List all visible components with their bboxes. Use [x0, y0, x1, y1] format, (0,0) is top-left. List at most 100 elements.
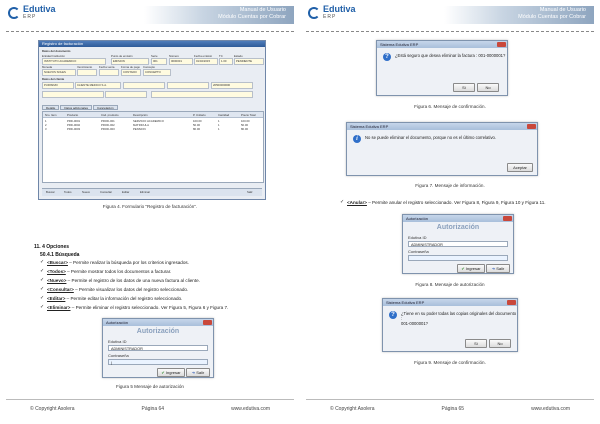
- currency-value: NUEVOS SOLES: [44, 70, 66, 74]
- close-icon[interactable]: [497, 42, 506, 47]
- client-field-4[interactable]: [167, 82, 209, 89]
- bullet-key: <Consultar>: [47, 287, 74, 292]
- currency-field[interactable]: NUEVOS SOLES: [42, 69, 76, 76]
- login-button[interactable]: ✔ Ingresar: [457, 264, 485, 273]
- toolbar-new-button[interactable]: Nuevo: [82, 190, 90, 195]
- user-id-label: Edutiva ID: [108, 339, 127, 344]
- toolbar-delete-button[interactable]: Eliminar: [140, 190, 150, 195]
- edutiva-logo: Edutiva ERP: [8, 5, 56, 21]
- user-id-label: Edutiva ID: [408, 235, 427, 240]
- close-icon[interactable]: [527, 124, 536, 129]
- entity-field[interactable]: INSTITUTO ACADEMICO: [42, 58, 106, 65]
- login-button[interactable]: ✔ Ingresar: [157, 368, 185, 377]
- list-item: <Todos> – Permite mostrar todos los docu…: [47, 269, 171, 274]
- check-icon: ✓: [40, 304, 45, 310]
- dialog-message: i No se puede eliminar el documento, porq…: [353, 135, 496, 143]
- client-address-field[interactable]: [42, 91, 104, 98]
- close-icon[interactable]: [507, 300, 516, 305]
- billing-form-titlebar: Registro de facturación: [39, 41, 265, 47]
- cell: 80.00: [193, 127, 200, 131]
- toolbar-exit-button[interactable]: Salir: [247, 190, 253, 195]
- cell: 3: [45, 127, 47, 131]
- billing-toolbar: Buscar Todos Nuevo Consultar Editar Elim…: [42, 188, 262, 196]
- tc-field[interactable]: 1.00: [219, 58, 233, 65]
- number-field[interactable]: 0000001: [169, 58, 193, 65]
- client-field-3[interactable]: [123, 82, 165, 89]
- user-id-field[interactable]: ADMINISTRADOR: [408, 241, 508, 247]
- client-code-field[interactable]: PURISIMO: [42, 82, 74, 89]
- tab-cancellation[interactable]: Cancelación: [93, 105, 118, 110]
- authorization-dialog: Autorización Autorización Edutiva ID ADM…: [102, 318, 214, 378]
- info-dialog: Sistema Edutiva ERP i No se puede elimina…: [346, 122, 538, 176]
- check-icon: ✓: [340, 199, 345, 205]
- doc-section-label: Datos del documento: [42, 49, 71, 53]
- password-field[interactable]: [408, 255, 508, 261]
- delete-confirm-dialog: Sistema Edutiva ERP ? ¿Está seguro que de…: [376, 40, 508, 96]
- list-item: <Nuevo> – Permite el registro de los dat…: [47, 278, 200, 283]
- toolbar-search-button[interactable]: Buscar: [46, 190, 55, 195]
- bullet-key: <Editar>: [47, 296, 66, 301]
- list-item: <Anular> – Permite anular el registro se…: [347, 200, 546, 205]
- client-district-field[interactable]: [105, 91, 147, 98]
- number-value: 0000001: [171, 59, 182, 63]
- copies-confirm-dialog: Sistema Edutiva ERP ? ¿Tiene en su poder …: [382, 298, 518, 352]
- manual-title-line2: Módulo Cuentas por Cobrar: [518, 14, 586, 20]
- series-field[interactable]: 001: [151, 58, 167, 65]
- table-row[interactable]: 3 PRD-0003 PROD-003 PENSION 80.00 1 80.0…: [43, 127, 263, 131]
- col-description: Descripción: [133, 113, 148, 117]
- exit-button[interactable]: ➜ Salir: [486, 264, 510, 273]
- header-divider: [6, 31, 294, 32]
- edutiva-logo: Edutiva ERP: [308, 5, 356, 21]
- accept-button[interactable]: Aceptar: [507, 163, 533, 172]
- tab-additional-data[interactable]: Datos adicionales: [60, 105, 93, 110]
- bullet-key: <Buscar>: [47, 260, 68, 265]
- concept-field[interactable]: CONCEPTO: [143, 69, 171, 76]
- exit-button[interactable]: ➜ Salir: [186, 368, 210, 377]
- dialog-message: ? ¿Tiene en su poder todas las copias ori…: [389, 311, 517, 326]
- client-ruc-field[interactable]: 20500000000: [211, 82, 253, 89]
- check-icon: ✔: [461, 266, 465, 271]
- exit-icon: ➜: [491, 266, 496, 271]
- sale-date-field[interactable]: [99, 69, 119, 76]
- yes-button[interactable]: Sí: [453, 83, 475, 92]
- client-email-field[interactable]: [151, 91, 253, 98]
- emission-point-field[interactable]: EMISION: [111, 58, 149, 65]
- bullet-text: – Permite mostrar todos los documentos a…: [65, 269, 172, 274]
- bullet-key: <Anular>: [347, 200, 367, 205]
- check-icon: ✔: [161, 370, 165, 375]
- no-button[interactable]: No: [489, 339, 511, 348]
- bullet-key: <Todos>: [47, 269, 66, 274]
- close-icon[interactable]: [503, 216, 512, 221]
- footer-copyright: © Copyright Asolera: [330, 406, 375, 412]
- list-item: <Editar> – Permite editar la información…: [47, 296, 182, 301]
- manual-title-line1: Manual de Usuario: [539, 7, 586, 13]
- table-row[interactable]: 1 PRD-0001 PROD-001 SERVICIO ACADEMICO 1…: [43, 119, 263, 123]
- no-button[interactable]: No: [477, 83, 499, 92]
- list-item: <Buscar> – Permite realizar la búsqueda …: [47, 260, 189, 265]
- toolbar-view-button[interactable]: Consultar: [100, 190, 112, 195]
- client-name-field[interactable]: CLIENTE MEDICO S.A.: [75, 82, 121, 89]
- payment-field[interactable]: CONTADO: [121, 69, 141, 76]
- yes-button[interactable]: Sí: [465, 339, 487, 348]
- authorization-dialog: Autorización Autorización Edutiva ID ADM…: [402, 214, 514, 274]
- dialog-titlebar: Sistema Edutiva ERP: [383, 299, 517, 306]
- date-field[interactable]: 01/02/2015: [194, 58, 218, 65]
- tab-detail[interactable]: Detalle: [42, 105, 60, 110]
- logo-sub: ERP: [323, 14, 337, 20]
- question-icon: ?: [389, 311, 397, 319]
- close-icon[interactable]: [203, 320, 212, 325]
- table-row[interactable]: 2 PRD-0002 PROD-002 MATRICULA 50.00 1 50…: [43, 123, 263, 127]
- toolbar-edit-button[interactable]: Editar: [122, 190, 129, 195]
- due-field[interactable]: [77, 69, 97, 76]
- toolbar-all-button[interactable]: Todos: [64, 190, 71, 195]
- user-id-field[interactable]: ADMINISTRADOR: [108, 345, 208, 351]
- footer-page-number: Página 64: [141, 406, 165, 412]
- bullet-key: <Eliminar>: [47, 305, 71, 310]
- cell: 1: [218, 127, 220, 131]
- status-field[interactable]: PENDIENTE: [234, 58, 264, 65]
- password-field[interactable]: |: [108, 359, 208, 365]
- col-product-code: Cód. producto: [101, 113, 119, 117]
- detail-grid: Nro. Item Producto Cód. producto Descrip…: [42, 111, 264, 183]
- footer-divider: [306, 399, 594, 400]
- logo-name: Edutiva: [23, 4, 56, 14]
